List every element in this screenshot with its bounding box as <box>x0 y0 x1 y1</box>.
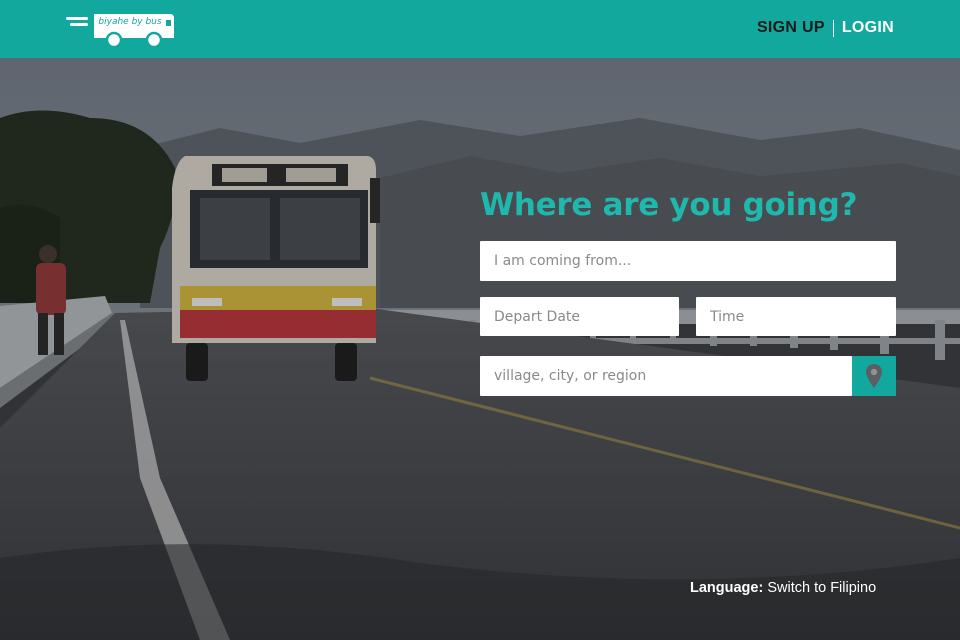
auth-nav: SIGN UP LOGIN <box>757 19 894 37</box>
logo[interactable]: biyahe by bus <box>66 12 178 49</box>
depart-date-input[interactable] <box>480 297 679 336</box>
switch-language-link[interactable]: Switch to Filipino <box>767 580 876 596</box>
language-label: Language: <box>690 580 764 596</box>
search-heading: Where are you going? <box>480 187 858 223</box>
hero-background <box>0 58 960 640</box>
destination-input[interactable] <box>480 356 852 396</box>
time-input[interactable] <box>696 297 896 336</box>
logo-text: biyahe by bus <box>98 17 162 27</box>
locate-button[interactable] <box>852 356 896 396</box>
origin-input[interactable] <box>480 241 896 281</box>
language-switcher: Language: Switch to Filipino <box>690 580 876 596</box>
map-pin-icon <box>866 364 882 388</box>
signup-link[interactable]: SIGN UP <box>757 19 825 37</box>
hero-overlay <box>0 58 960 640</box>
login-link[interactable]: LOGIN <box>842 19 894 37</box>
nav-divider <box>832 19 834 37</box>
top-header: biyahe by bus SIGN UP LOGIN <box>0 0 960 58</box>
